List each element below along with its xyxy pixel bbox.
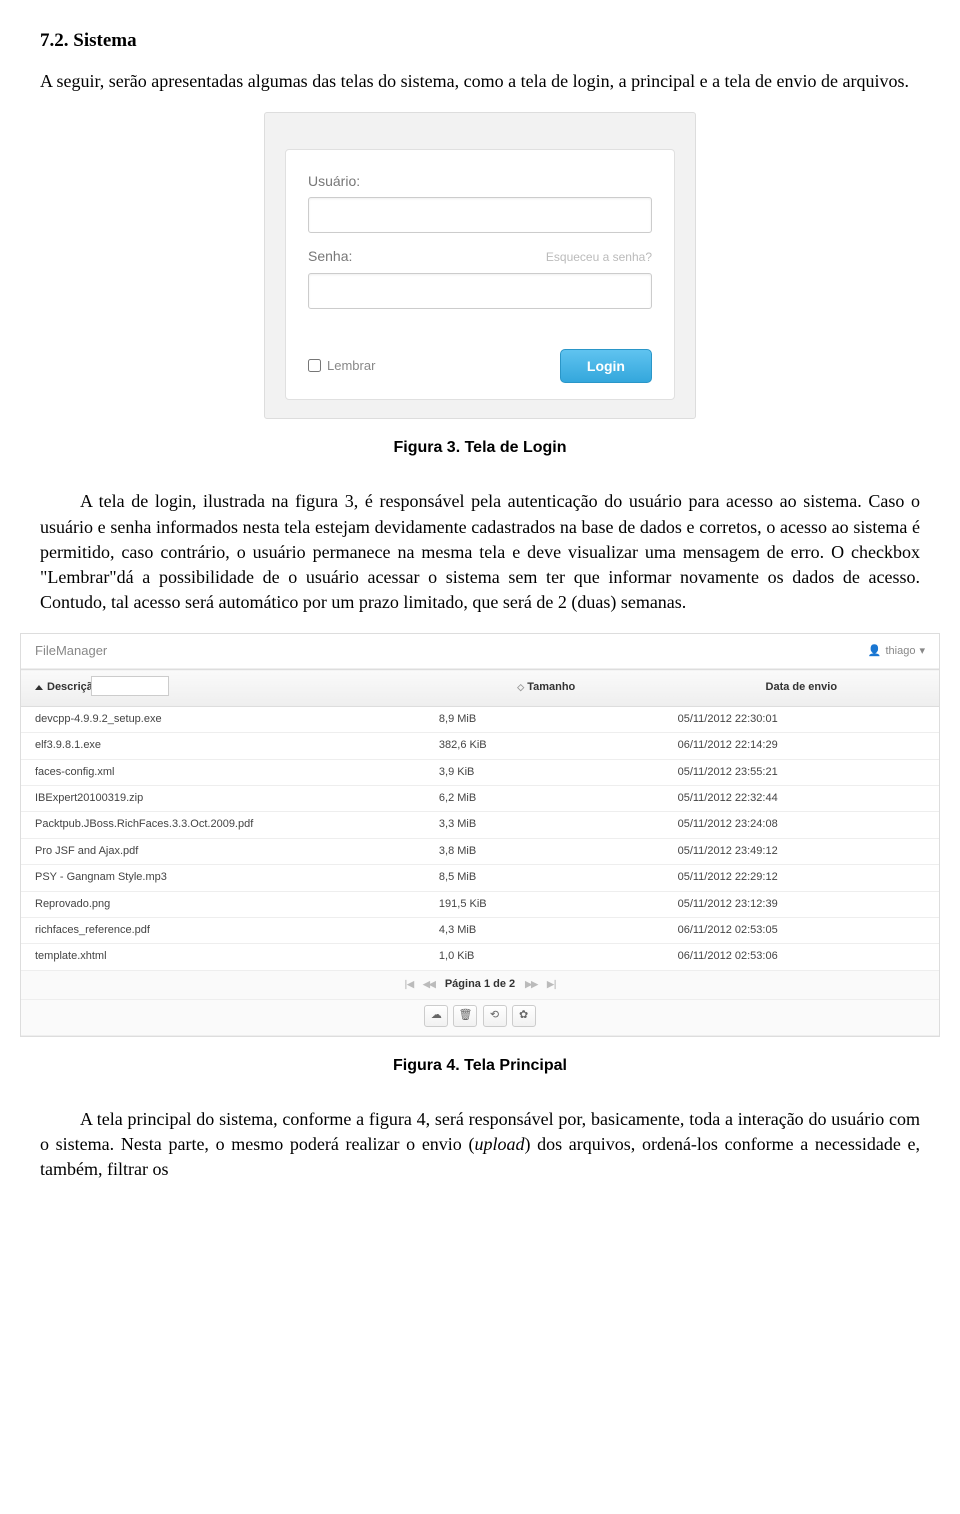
cell-date: 05/11/2012 23:12:39 — [664, 891, 939, 917]
sort-icon: ◇ — [517, 682, 524, 692]
login-button[interactable]: Login — [560, 349, 652, 383]
final-para-italic: upload — [474, 1134, 524, 1154]
cell-description: PSY - Gangnam Style.mp3 — [21, 865, 425, 891]
cell-size: 3,9 KiB — [425, 759, 664, 785]
delete-icon: 🗑 — [458, 1008, 472, 1023]
cell-date: 05/11/2012 22:32:44 — [664, 786, 939, 812]
username-label: Usuário: — [308, 172, 360, 192]
figure3-caption: Figura 3. Tela de Login — [40, 437, 920, 459]
remember-checkbox-input[interactable] — [308, 359, 321, 372]
cell-date: 05/11/2012 23:55:21 — [664, 759, 939, 785]
column-header-size[interactable]: ◇ Tamanho — [425, 670, 664, 706]
user-menu[interactable]: 👤 thiago ▾ — [868, 644, 925, 659]
cell-size: 3,3 MiB — [425, 812, 664, 838]
cell-description: devcpp-4.9.9.2_setup.exe — [21, 706, 425, 732]
principal-description-paragraph: A tela principal do sistema, conforme a … — [40, 1107, 920, 1183]
toolbar: ☁ 🗑 ⟲ ✿ — [21, 999, 939, 1035]
user-icon: 👤 — [868, 644, 882, 659]
pagination: ∣◀ ◀◀ Página 1 de 2 ▶▶ ▶∣ — [404, 977, 557, 992]
cell-description: faces-config.xml — [21, 759, 425, 785]
cell-date: 05/11/2012 22:29:12 — [664, 865, 939, 891]
cell-size: 6,2 MiB — [425, 786, 664, 812]
upload-icon: ☁ — [431, 1008, 442, 1023]
cell-size: 191,5 KiB — [425, 891, 664, 917]
cell-date: 06/11/2012 02:53:05 — [664, 918, 939, 944]
delete-button[interactable]: 🗑 — [453, 1005, 477, 1027]
username-input[interactable] — [308, 197, 652, 233]
password-label: Senha: — [308, 247, 352, 267]
files-table: Descrição ◇ Tamanho Data de envio devcpp… — [21, 669, 939, 1035]
page-first-button[interactable]: ∣◀ — [404, 978, 413, 991]
cell-date: 05/11/2012 23:24:08 — [664, 812, 939, 838]
cell-description: Pro JSF and Ajax.pdf — [21, 838, 425, 864]
cell-description: Reprovado.png — [21, 891, 425, 917]
table-row[interactable]: template.xhtml1,0 KiB06/11/2012 02:53:06 — [21, 944, 939, 970]
cell-description: IBExpert20100319.zip — [21, 786, 425, 812]
password-input[interactable] — [308, 273, 652, 309]
column-header-description[interactable]: Descrição — [21, 670, 425, 706]
cell-size: 382,6 KiB — [425, 733, 664, 759]
cell-description: Packtpub.JBoss.RichFaces.3.3.Oct.2009.pd… — [21, 812, 425, 838]
table-row[interactable]: IBExpert20100319.zip6,2 MiB05/11/2012 22… — [21, 786, 939, 812]
filter-input[interactable] — [91, 676, 169, 696]
settings-button[interactable]: ✿ — [512, 1005, 536, 1027]
intro-paragraph: A seguir, serão apresentadas algumas das… — [40, 69, 920, 94]
app-title: FileManager — [35, 642, 107, 660]
cell-date: 05/11/2012 22:30:01 — [664, 706, 939, 732]
page-indicator: Página 1 de 2 — [445, 977, 515, 992]
username-display: thiago — [885, 644, 915, 659]
cell-size: 1,0 KiB — [425, 944, 664, 970]
figure4-caption: Figura 4. Tela Principal — [40, 1055, 920, 1077]
refresh-button[interactable]: ⟲ — [483, 1005, 507, 1027]
cell-description: richfaces_reference.pdf — [21, 918, 425, 944]
table-row[interactable]: PSY - Gangnam Style.mp38,5 MiB05/11/2012… — [21, 865, 939, 891]
table-row[interactable]: devcpp-4.9.9.2_setup.exe8,9 MiB05/11/201… — [21, 706, 939, 732]
settings-icon: ✿ — [519, 1008, 528, 1023]
cell-description: template.xhtml — [21, 944, 425, 970]
forgot-password-link[interactable]: Esqueceu a senha? — [546, 249, 652, 266]
page-prev-button[interactable]: ◀◀ — [423, 978, 435, 991]
filemanager-screenshot: FileManager 👤 thiago ▾ Descrição ◇ Taman… — [20, 633, 940, 1036]
remember-checkbox[interactable]: Lembrar — [308, 357, 375, 375]
login-description-paragraph: A tela de login, ilustrada na figura 3, … — [40, 489, 920, 615]
cell-size: 4,3 MiB — [425, 918, 664, 944]
remember-label: Lembrar — [327, 357, 375, 375]
page-next-button[interactable]: ▶▶ — [525, 978, 537, 991]
page-last-button[interactable]: ▶∣ — [547, 978, 556, 991]
table-row[interactable]: Reprovado.png191,5 KiB05/11/2012 23:12:3… — [21, 891, 939, 917]
cell-date: 05/11/2012 23:49:12 — [664, 838, 939, 864]
column-header-date[interactable]: Data de envio — [664, 670, 939, 706]
sort-asc-icon — [35, 685, 43, 690]
cell-size: 3,8 MiB — [425, 838, 664, 864]
column-header-date-label: Data de envio — [766, 681, 838, 693]
login-screenshot: Usuário: Senha: Esqueceu a senha? Lembra… — [264, 112, 696, 419]
cell-size: 8,5 MiB — [425, 865, 664, 891]
refresh-icon: ⟲ — [490, 1008, 499, 1023]
upload-button[interactable]: ☁ — [424, 1005, 448, 1027]
table-row[interactable]: richfaces_reference.pdf4,3 MiB06/11/2012… — [21, 918, 939, 944]
cell-size: 8,9 MiB — [425, 706, 664, 732]
login-card: Usuário: Senha: Esqueceu a senha? Lembra… — [285, 149, 675, 400]
column-header-size-label: Tamanho — [527, 681, 575, 693]
table-row[interactable]: faces-config.xml3,9 KiB05/11/2012 23:55:… — [21, 759, 939, 785]
table-row[interactable]: Packtpub.JBoss.RichFaces.3.3.Oct.2009.pd… — [21, 812, 939, 838]
cell-date: 06/11/2012 02:53:06 — [664, 944, 939, 970]
cell-date: 06/11/2012 22:14:29 — [664, 733, 939, 759]
cell-description: elf3.9.8.1.exe — [21, 733, 425, 759]
section-heading: 7.2. Sistema — [40, 28, 920, 55]
table-row[interactable]: elf3.9.8.1.exe382,6 KiB06/11/2012 22:14:… — [21, 733, 939, 759]
table-row[interactable]: Pro JSF and Ajax.pdf3,8 MiB05/11/2012 23… — [21, 838, 939, 864]
caret-down-icon: ▾ — [919, 644, 925, 659]
